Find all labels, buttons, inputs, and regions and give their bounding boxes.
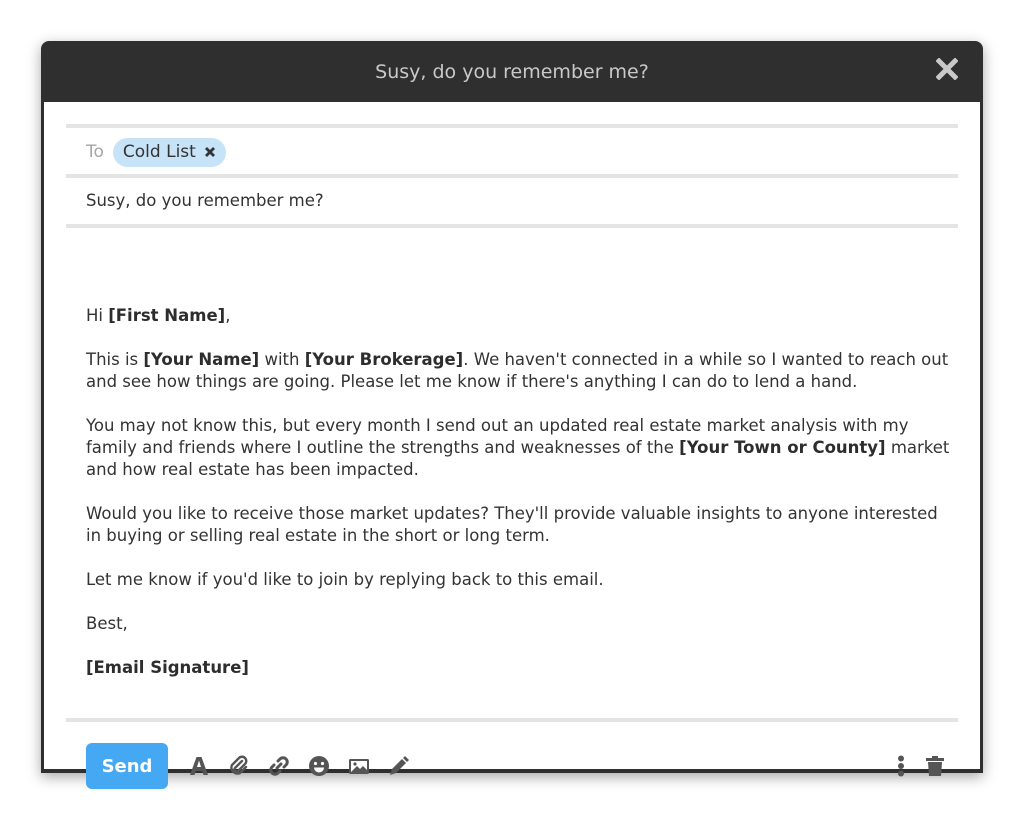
window-title: Susy, do you remember me? [375,60,649,83]
compose-window: Susy, do you remember me? To Cold List S… [41,41,983,789]
close-button[interactable] [933,57,961,85]
text: Hi [86,306,109,325]
compose-toolbar: Send [86,743,946,789]
more-options-button[interactable] [890,755,912,777]
text: with [259,350,305,369]
divider [66,174,958,178]
insert-image-button[interactable] [348,755,370,777]
pen-icon [390,756,409,775]
greeting: Hi [First Name], [86,305,956,327]
send-button[interactable]: Send [86,743,168,789]
placeholder-first-name: [First Name] [108,306,226,325]
to-field[interactable]: To Cold List [86,137,226,167]
subject-field[interactable]: Susy, do you remember me? [86,191,324,210]
emoji-icon [309,756,329,776]
attachment-icon [230,755,248,775]
divider [66,124,958,128]
signature: [Email Signature] [86,657,956,679]
text: , [225,306,231,325]
link-icon [269,756,289,776]
to-label: To [86,142,104,162]
attach-button[interactable] [228,755,250,777]
placeholder-your-name: [Your Name] [143,350,260,369]
paragraph-4: Let me know if you'd like to join by rep… [86,570,604,589]
recipient-chip[interactable]: Cold List [112,137,226,167]
placeholder-signature: [Email Signature] [86,658,249,677]
paragraph-3: Would you like to receive those market u… [86,504,938,545]
trash-icon [926,756,944,776]
text: This is [86,350,144,369]
recipient-label: Cold List [122,142,196,162]
text-format-icon [190,757,208,775]
closing: Best, [86,614,128,633]
more-options-icon [898,755,904,777]
emoji-button[interactable] [308,755,330,777]
compose-body: To Cold List Susy, do you remember me? H… [44,102,980,789]
paragraph-1: This is [Your Name] with [Your Brokerage… [86,349,956,393]
message-body[interactable]: Hi [First Name], This is [Your Name] wit… [86,305,956,701]
divider [66,718,958,722]
remove-recipient-button[interactable] [204,143,216,162]
delete-button[interactable] [924,755,946,777]
close-icon [204,146,215,157]
paragraph-2: You may not know this, but every month I… [86,415,956,481]
title-bar: Susy, do you remember me? [41,41,983,102]
divider [66,224,958,228]
signature-button[interactable] [388,755,410,777]
close-icon [935,57,959,81]
placeholder-town: [Your Town or County] [679,438,886,457]
placeholder-brokerage: [Your Brokerage] [304,350,464,369]
image-icon [349,759,369,774]
text-format-button[interactable] [188,755,210,777]
insert-link-button[interactable] [268,755,290,777]
